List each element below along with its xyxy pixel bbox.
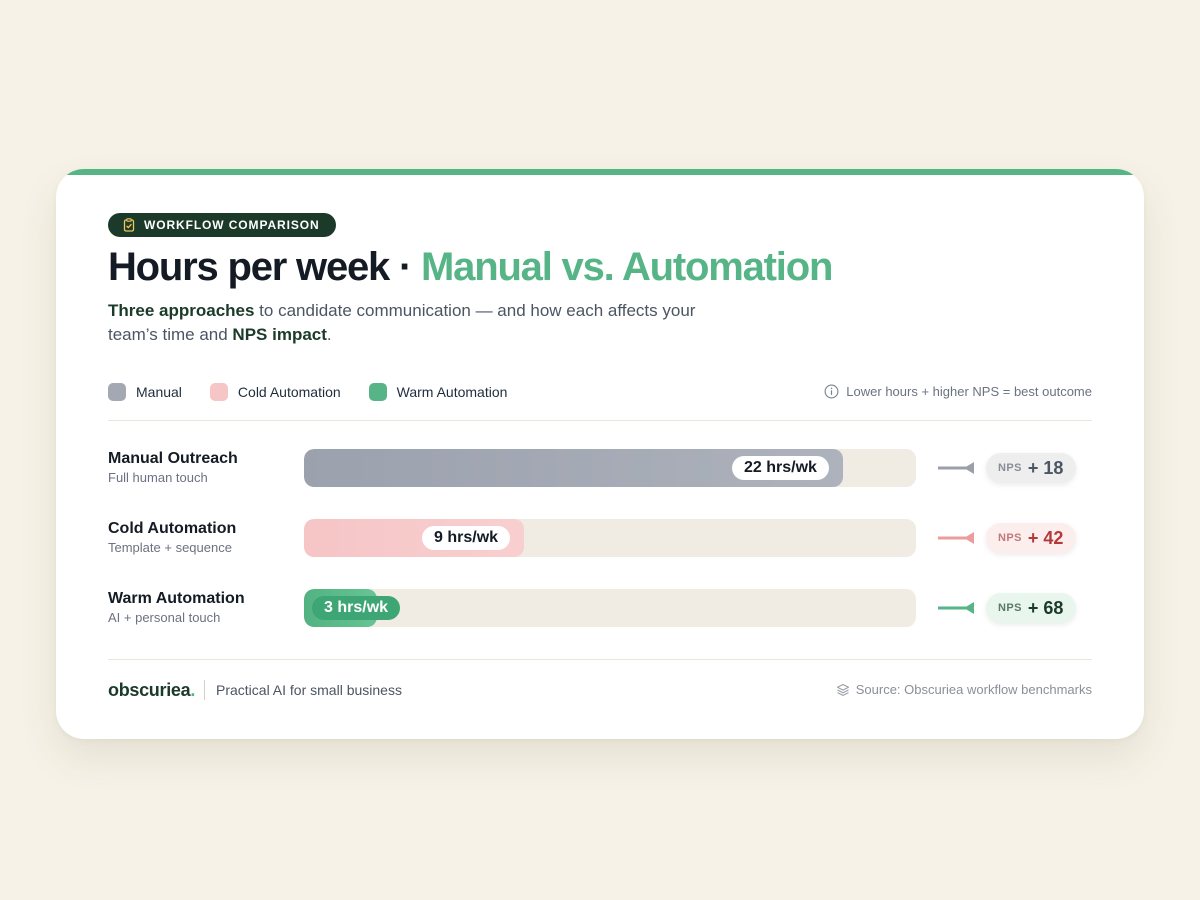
source-text: Source: Obscuriea workflow benchmarks [855,682,1092,697]
legend-label-manual: Manual [136,384,182,400]
source-note: Source: Obscuriea workflow benchmarks [836,682,1092,697]
page-subtitle: Three approaches to candidate communicat… [108,299,728,347]
legend-label-cold: Cold Automation [237,384,341,400]
row-label: Cold Automation [108,520,237,537]
legend-item-manual: Manual [108,383,182,401]
nps-label: NPS [998,602,1022,614]
row-sublabel: AI + personal touch [108,610,221,625]
nps-badge-manual: NPS + 18 [986,453,1077,483]
chart-legend: Manual Cold Automation Warm Automation [108,383,535,401]
bar-cold-automation: 9 hrs/wk [304,519,524,557]
bar-value-label: 22 hrs/wk [732,456,829,480]
nps-value: + 68 [1027,597,1064,618]
subtitle-bold-2: NPS impact [232,325,327,344]
accent-top-bar [56,169,1144,175]
nps-badge-cold: NPS + 42 [986,523,1077,553]
info-icon [824,384,839,399]
legend-swatch-warm [368,383,387,401]
footer-divider [108,659,1092,660]
subtitle-bold-1: Three approaches [108,301,255,320]
bar-track: 9 hrs/wk [304,519,916,557]
legend-divider [108,420,1092,421]
badge-label: WORKFLOW COMPARISON [144,218,320,232]
legend-swatch-manual [108,383,126,401]
bar-chart: Manual Outreach Full human touch 22 hrs/… [108,449,1092,629]
title-main: Hours per week · [108,245,422,289]
bar-warm-automation: 3 hrs/wk [304,589,401,627]
arrow-connector [938,602,974,614]
subtitle-text-2: . [326,325,332,344]
nps-value: + 18 [1027,457,1064,478]
category-badge: WORKFLOW COMPARISON [108,213,336,237]
arrow-connector [938,462,974,474]
bar-track: 3 hrs/wk [304,589,916,627]
legend-item-warm: Warm Automation [368,383,508,401]
bar-manual-outreach: 22 hrs/wk [304,449,843,487]
bar-value-label: 9 hrs/wk [422,526,511,550]
layers-icon [836,683,849,696]
row-warm-automation: Warm Automation AI + personal touch 3 hr… [108,589,1092,627]
legend-label-warm: Warm Automation [396,384,508,400]
brand-name: obscuriea [108,680,191,700]
title-accent: Manual vs. Automation [421,245,833,289]
nps-label: NPS [998,462,1022,474]
outcome-hint: Lower hours + higher NPS = best outcome [824,384,1092,399]
brand-logo: obscuriea. [108,680,195,701]
arrow-connector [938,532,974,544]
clipboard-check-icon [123,218,135,232]
row-label: Warm Automation [108,590,245,607]
hint-text: Lower hours + higher NPS = best outcome [846,384,1092,399]
brand-dot: . [190,680,196,700]
bar-value-label: 3 hrs/wk [312,596,401,620]
row-label: Manual Outreach [108,450,238,467]
page-title: Hours per week · Manual vs. Automation [108,245,833,290]
comparison-card: WORKFLOW COMPARISON Hours per week · Man… [56,169,1144,739]
footer-separator [204,680,205,700]
brand-tagline: Practical AI for small business [216,682,402,698]
legend-swatch-cold [209,383,228,401]
row-cold-automation: Cold Automation Template + sequence 9 hr… [108,519,1092,557]
nps-label: NPS [998,532,1022,544]
row-sublabel: Template + sequence [108,540,232,555]
row-sublabel: Full human touch [108,470,208,485]
nps-badge-warm: NPS + 68 [986,593,1077,623]
nps-value: + 42 [1027,527,1064,548]
legend-item-cold: Cold Automation [209,383,341,401]
row-manual-outreach: Manual Outreach Full human touch 22 hrs/… [108,449,1092,487]
bar-track: 22 hrs/wk [304,449,916,487]
